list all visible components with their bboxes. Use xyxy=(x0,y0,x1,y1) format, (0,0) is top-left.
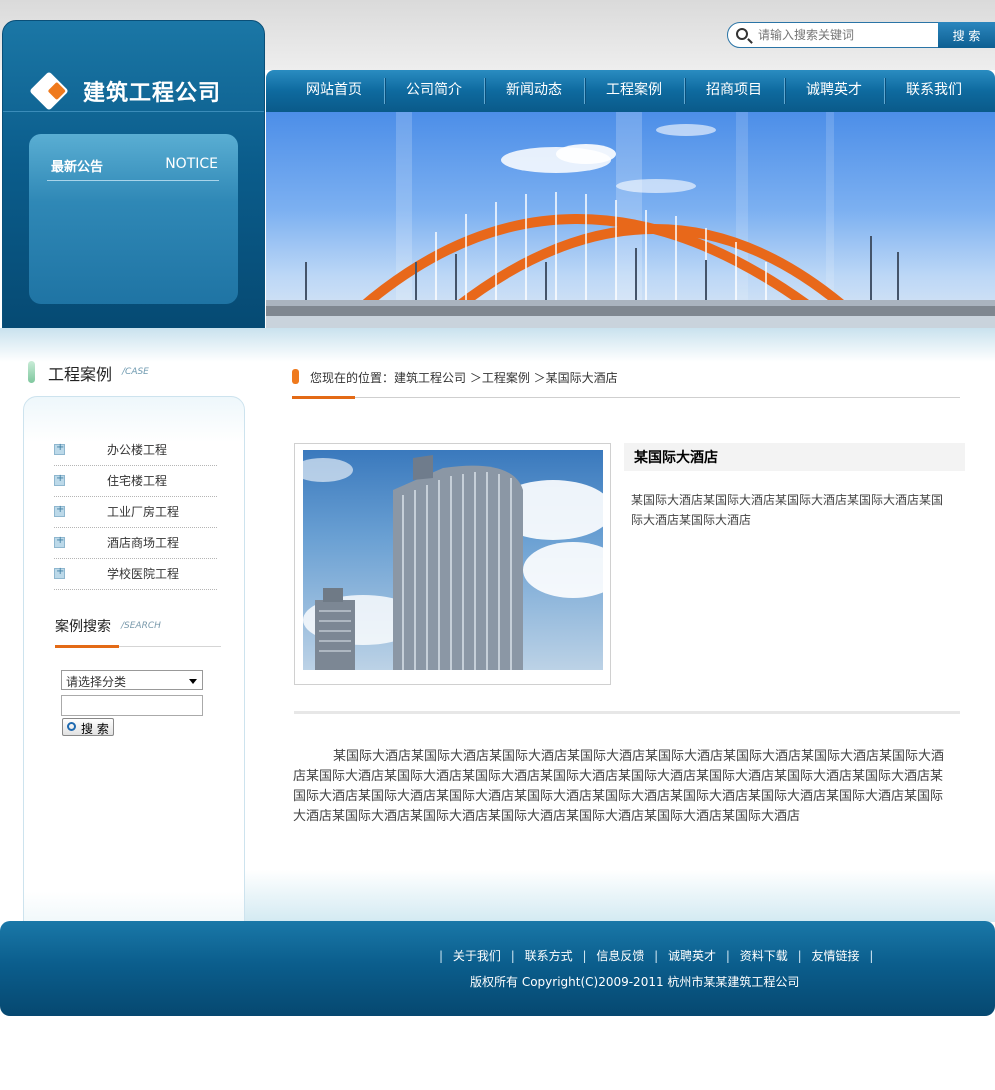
search-icon xyxy=(67,722,76,731)
breadcrumb-accent xyxy=(292,396,355,399)
section-glow xyxy=(0,328,995,362)
search-field-wrap xyxy=(727,22,939,48)
plus-icon xyxy=(54,442,65,455)
notice-title-en: NOTICE xyxy=(165,156,218,172)
footer-link-about[interactable]: 关于我们 xyxy=(453,949,501,963)
footer-link-friends[interactable]: 友情链接 xyxy=(811,949,859,963)
category-item[interactable]: 学校医院工程 xyxy=(54,559,217,590)
sidebar-box: 办公楼工程 住宅楼工程 工业厂房工程 酒店商场工程 学校医院工程 案例搜索 /S… xyxy=(23,396,245,960)
footer-links: | 关于我们 | 联系方式 | 信息反馈 | 诚聘英才 | 资料下载 | 友情链… xyxy=(0,947,995,964)
case-search-button-label: 搜 索 xyxy=(81,722,109,736)
chevron-down-icon xyxy=(189,679,197,684)
project-description: 某国际大酒店某国际大酒店某国际大酒店某国际大酒店某国际大酒店某国际大酒店某国际大… xyxy=(293,749,945,824)
nav-item-careers[interactable]: 诚聘英才 xyxy=(784,70,884,112)
footer: | 关于我们 | 联系方式 | 信息反馈 | 诚聘英才 | 资料下载 | 友情链… xyxy=(0,921,995,1016)
separator: | xyxy=(510,949,515,963)
plus-icon xyxy=(54,535,65,548)
footer-link-contact[interactable]: 联系方式 xyxy=(525,949,573,963)
case-keyword-input[interactable] xyxy=(61,695,203,716)
divider xyxy=(292,397,960,398)
category-label[interactable]: 学校医院工程 xyxy=(107,565,179,582)
header-left-panel: 建筑工程公司 最新公告 NOTICE xyxy=(2,20,265,330)
notice-title: 最新公告 xyxy=(51,160,104,175)
separator: | xyxy=(654,949,659,963)
plus-icon xyxy=(54,473,65,486)
category-label[interactable]: 办公楼工程 xyxy=(107,441,167,458)
category-label[interactable]: 住宅楼工程 xyxy=(107,472,167,489)
location-pin-icon xyxy=(292,369,299,384)
category-item[interactable]: 住宅楼工程 xyxy=(54,466,217,497)
copyright: 版权所有 Copyright(C)2009-2011 杭州市某某建筑工程公司 xyxy=(470,975,800,989)
nav-item-cases[interactable]: 工程案例 xyxy=(584,70,684,112)
nav-item-contact[interactable]: 联系我们 xyxy=(884,70,984,112)
separator: | xyxy=(582,949,587,963)
logo-text: 建筑工程公司 xyxy=(83,81,222,106)
banner-image xyxy=(266,112,995,330)
case-search-button[interactable]: 搜 索 xyxy=(62,718,114,736)
project-title: 某国际大酒店 xyxy=(624,443,965,471)
search-input[interactable] xyxy=(758,26,933,44)
case-search-heading: 案例搜索 /SEARCH xyxy=(55,616,221,648)
bridge-illustration xyxy=(266,112,995,330)
case-search-title: 案例搜索 xyxy=(55,619,111,635)
hotel-building-illustration xyxy=(303,455,603,670)
top-search: 搜 索 xyxy=(727,22,995,48)
case-search-title-en: /SEARCH xyxy=(121,621,161,631)
sidebar-title-en: /CASE xyxy=(122,367,149,377)
notice-divider xyxy=(47,180,219,181)
footer-link-careers[interactable]: 诚聘英才 xyxy=(668,949,716,963)
project-photo xyxy=(303,450,603,670)
plus-icon xyxy=(54,504,65,517)
footer-glow xyxy=(245,870,995,922)
category-label[interactable]: 工业厂房工程 xyxy=(107,503,179,520)
plus-icon xyxy=(54,566,65,579)
footer-link-feedback[interactable]: 信息反馈 xyxy=(596,949,644,963)
sidebar-title-text: 工程案例 xyxy=(48,365,113,384)
heading-accent xyxy=(55,645,119,648)
category-item[interactable]: 办公楼工程 xyxy=(54,435,217,466)
separator: | xyxy=(869,949,874,963)
separator: | xyxy=(797,949,802,963)
nav-item-investment[interactable]: 招商项目 xyxy=(684,70,784,112)
breadcrumb-text: 您现在的位置：建筑工程公司 ＞工程案例 ＞某国际大酒店 xyxy=(310,371,618,385)
breadcrumb: 您现在的位置：建筑工程公司 ＞工程案例 ＞某国际大酒店 xyxy=(292,368,960,400)
nav-item-about[interactable]: 公司简介 xyxy=(384,70,484,112)
divider xyxy=(294,711,960,714)
logo-diamond-icon xyxy=(29,71,69,111)
project-brief: 某国际大酒店某国际大酒店某国际大酒店某国际大酒店某国际大酒店某国际大酒店 xyxy=(631,493,944,527)
footer-link-downloads[interactable]: 资料下载 xyxy=(740,949,788,963)
nav-item-news[interactable]: 新闻动态 xyxy=(484,70,584,112)
search-button[interactable]: 搜 索 xyxy=(938,22,995,48)
project-photo-frame xyxy=(294,443,611,685)
notice-box: 最新公告 NOTICE xyxy=(29,134,238,304)
category-list: 办公楼工程 住宅楼工程 工业厂房工程 酒店商场工程 学校医院工程 xyxy=(54,435,217,590)
category-label[interactable]: 酒店商场工程 xyxy=(107,534,179,551)
category-select-value: 请选择分类 xyxy=(66,675,127,689)
site-logo[interactable]: 建筑工程公司 xyxy=(29,71,255,111)
category-select[interactable]: 请选择分类 xyxy=(61,670,203,690)
nav-item-home[interactable]: 网站首页 xyxy=(284,70,384,112)
category-item[interactable]: 工业厂房工程 xyxy=(54,497,217,528)
category-item[interactable]: 酒店商场工程 xyxy=(54,528,217,559)
main-nav: 网站首页 公司简介 新闻动态 工程案例 招商项目 诚聘英才 联系我们 xyxy=(266,70,995,112)
divider xyxy=(3,111,264,112)
search-icon xyxy=(736,28,748,40)
separator: | xyxy=(725,949,730,963)
title-bar-icon xyxy=(28,361,35,383)
separator: | xyxy=(439,949,444,963)
